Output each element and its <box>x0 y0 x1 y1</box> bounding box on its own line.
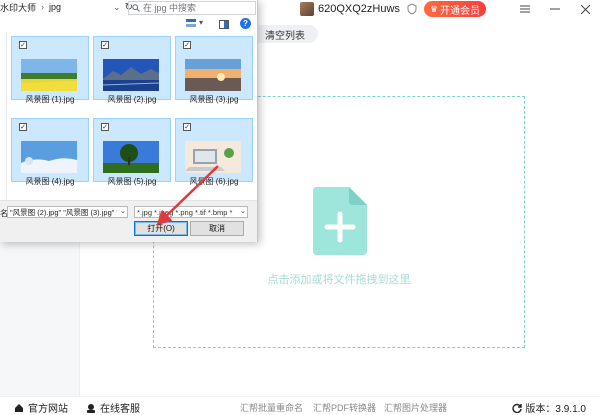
navigation-pane[interactable] <box>0 32 7 200</box>
breadcrumb[interactable]: 水印大师 › jpg ⌄ ↻ <box>0 0 133 14</box>
file-name: 风景图 (1).jpg <box>25 95 75 104</box>
cancel-button[interactable]: 取消 <box>190 221 244 236</box>
landscape-thumbnail <box>103 59 159 91</box>
avatar[interactable] <box>300 2 314 16</box>
file-name: 风景图 (2).jpg <box>107 95 157 104</box>
checkbox[interactable]: ✓ <box>19 41 27 49</box>
vip-button-label: 开通会员 <box>440 5 481 17</box>
checkbox[interactable]: ✓ <box>101 123 109 131</box>
file-item[interactable]: ✓ 风景图 (3).jpg <box>175 36 253 104</box>
dialog-footer: 名: ⌄ *.jpg *.jpeg *.png *.tif *.bmp * ⌄ … <box>0 200 257 242</box>
footer-link-rename[interactable]: 汇帮批量重命名 <box>240 401 303 414</box>
window-controls <box>510 0 600 18</box>
minimize-icon[interactable] <box>540 0 570 18</box>
chevron-down-icon[interactable]: ⌄ <box>120 207 126 215</box>
file-item[interactable]: ✓ 风景图 (4).jpg <box>11 118 89 186</box>
checkbox[interactable]: ✓ <box>183 41 191 49</box>
help-icon[interactable]: ? <box>240 18 251 29</box>
search-input[interactable] <box>143 2 243 14</box>
footer-link-image[interactable]: 汇帮图片处理器 <box>384 401 447 414</box>
file-list: ✓ 风景图 (1).jpg ✓ 风景图 (2).jpg ✓ 风景图 (3).jp… <box>8 32 258 200</box>
checkbox[interactable]: ✓ <box>183 123 191 131</box>
file-name: 风景图 (5).jpg <box>107 177 157 186</box>
file-item[interactable]: ✓ 风景图 (2).jpg <box>93 36 171 104</box>
shield-icon <box>406 3 418 15</box>
breadcrumb-current[interactable]: jpg <box>49 2 61 12</box>
file-item[interactable]: ✓ 风景图 (6).jpg <box>175 118 253 186</box>
clear-list-button[interactable]: 清空列表 <box>252 25 318 43</box>
view-icon <box>186 18 196 27</box>
chevron-down-icon[interactable]: ⌄ <box>113 2 121 13</box>
vip-button[interactable]: ♛ 开通会员 <box>423 1 487 17</box>
online-support-link[interactable]: 在线客服 <box>86 400 140 415</box>
landscape-thumbnail <box>21 141 77 173</box>
version-info[interactable]: 版本：3.9.1.0 <box>512 400 586 415</box>
file-type-select[interactable]: *.jpg *.jpeg *.png *.tif *.bmp * <box>134 206 248 218</box>
drop-hint: 点击添加或将文件拖拽到这里 <box>267 274 411 286</box>
footer: 官方网站 在线客服 汇帮批量重命名 汇帮PDF转换器 汇帮图片处理器 版本：3.… <box>0 396 600 415</box>
file-item[interactable]: ✓ 风景图 (5).jpg <box>93 118 171 186</box>
chevron-down-icon: ▾ <box>199 18 204 27</box>
dialog-toolbar: ▾ ? <box>0 16 257 32</box>
preview-pane-icon <box>219 20 229 29</box>
file-name: 风景图 (6).jpg <box>189 177 239 186</box>
official-website-label: 官方网站 <box>28 404 68 415</box>
home-icon <box>15 403 23 412</box>
file-name: 风景图 (3).jpg <box>189 95 239 104</box>
file-open-dialog: 水印大师 › jpg ⌄ ↻ ▾ ? ✓ 风景图 (1).jpg <box>0 0 258 242</box>
file-item[interactable]: ✓ 风景图 (1).jpg <box>11 36 89 104</box>
file-name: 风景图 (4).jpg <box>25 177 75 186</box>
view-options-button[interactable]: ▾ <box>186 18 203 27</box>
breadcrumb-parent[interactable]: 水印大师 <box>0 1 36 14</box>
crown-icon: ♛ <box>429 3 439 14</box>
search-icon <box>132 4 140 12</box>
checkbox[interactable]: ✓ <box>101 41 109 49</box>
landscape-thumbnail <box>21 59 77 91</box>
filename-input[interactable] <box>7 206 128 218</box>
landscape-thumbnail <box>103 141 159 173</box>
chevron-down-icon[interactable]: ⌄ <box>240 207 246 215</box>
close-icon[interactable] <box>570 0 600 18</box>
headset-icon <box>87 403 95 413</box>
online-support-label: 在线客服 <box>100 404 140 415</box>
preview-pane-button[interactable] <box>219 18 229 32</box>
user-area: 620QXQ2zHuws ♛ 开通会员 <box>300 0 487 18</box>
official-website-link[interactable]: 官方网站 <box>14 400 68 415</box>
landscape-thumbnail <box>185 59 241 91</box>
file-add-icon[interactable] <box>313 187 367 258</box>
refresh-icon <box>512 403 523 413</box>
open-button[interactable]: 打开(O) <box>134 221 188 236</box>
version-label: 版本：3.9.1.0 <box>525 404 586 415</box>
chevron-right-icon: › <box>41 2 45 12</box>
username[interactable]: 620QXQ2zHuws <box>318 3 400 15</box>
menu-icon[interactable] <box>510 0 540 18</box>
footer-link-pdf[interactable]: 汇帮PDF转换器 <box>313 401 376 414</box>
landscape-thumbnail <box>185 141 241 173</box>
checkbox[interactable]: ✓ <box>19 123 27 131</box>
search-box[interactable] <box>128 1 256 15</box>
